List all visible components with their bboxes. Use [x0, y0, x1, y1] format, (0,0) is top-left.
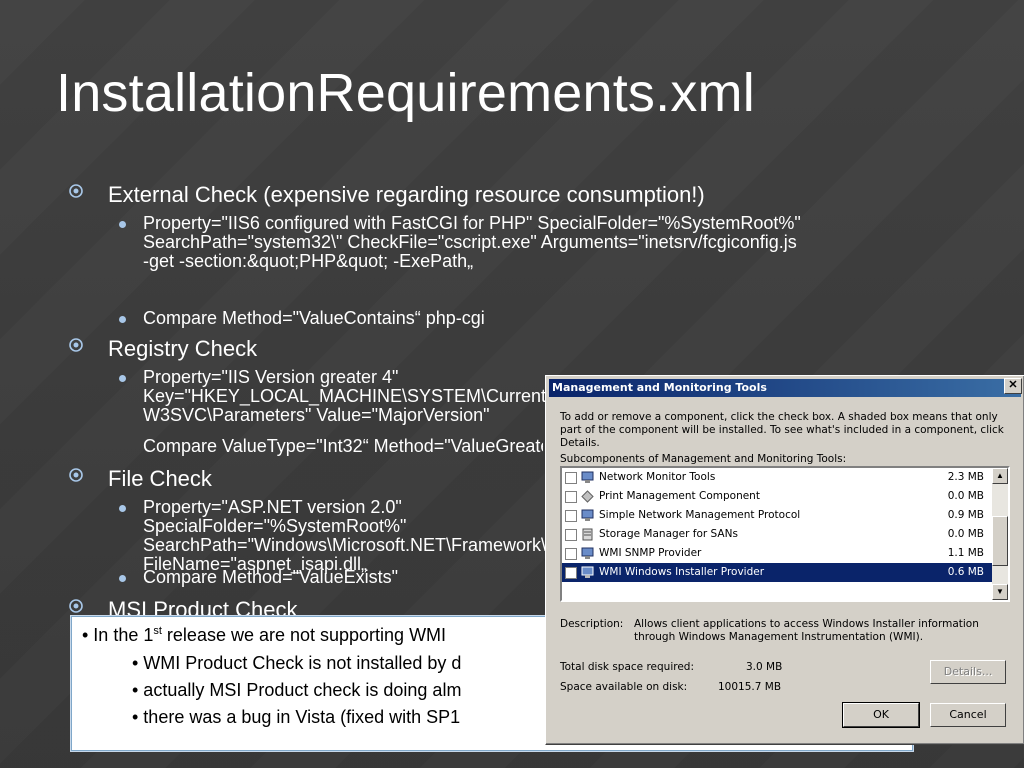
sub-bullet-text: Property="IIS6 configured with FastCGI f… — [143, 213, 801, 271]
dot-bullet-icon — [119, 221, 126, 228]
bullet-registry-check: Registry Check — [69, 336, 258, 362]
instructions-text: To add or remove a component, click the … — [560, 411, 1004, 449]
wmi-installer-icon — [581, 566, 594, 578]
list-item-snmp[interactable]: Simple Network Management Protocol 0.9 M… — [562, 506, 992, 525]
component-size: 0.0 MB — [947, 528, 984, 540]
circle-bullet-icon — [69, 468, 83, 482]
scroll-down-button[interactable]: ▼ — [992, 584, 1008, 600]
list-scrollbar[interactable]: ▲ ▼ — [992, 468, 1008, 600]
available-space-value: 10015.7 MB — [718, 681, 782, 693]
component-size: 1.1 MB — [947, 547, 984, 559]
bullet-file-check: File Check — [69, 466, 212, 492]
callout-bullet: • actually MSI Product check is doing al… — [132, 680, 462, 700]
callout-superscript: st — [153, 625, 162, 637]
total-space-value: 3.0 MB — [746, 661, 783, 673]
list-item-storage-manager[interactable]: Storage Manager for SANs 0.0 MB — [562, 525, 992, 544]
dot-bullet-icon — [119, 316, 126, 323]
callout-line-wmi: • In the 1st release we are not supporti… — [82, 625, 446, 646]
component-name: Network Monitor Tools — [599, 471, 716, 483]
callout-bullet: • there was a bug in Vista (fixed with S… — [132, 707, 461, 727]
callout-text: • In the 1 — [82, 625, 154, 645]
network-monitor-icon — [581, 471, 594, 483]
checkbox[interactable] — [565, 567, 577, 579]
wmi-snmp-icon — [581, 547, 594, 559]
callout-bullet: • WMI Product Check is not installed by … — [132, 653, 462, 673]
arrow-up-icon: ▲ — [996, 471, 1004, 480]
dot-bullet-icon — [119, 505, 126, 512]
component-name: WMI Windows Installer Provider — [599, 566, 765, 578]
description-text: Allows client applications to access Win… — [634, 618, 979, 643]
details-button[interactable]: Details... — [930, 660, 1006, 684]
description-label: Description: — [560, 618, 624, 630]
list-item-print-management[interactable]: Print Management Component 0.0 MB — [562, 487, 992, 506]
checkbox[interactable] — [565, 472, 577, 484]
arrow-down-icon: ▼ — [996, 587, 1004, 596]
component-size: 0.6 MB — [947, 566, 984, 578]
circle-bullet-icon — [69, 599, 83, 613]
slide-title: InstallationRequirements.xml — [56, 63, 755, 123]
circle-bullet-icon — [69, 338, 83, 352]
list-item-wmi-snmp[interactable]: WMI SNMP Provider 1.1 MB — [562, 544, 992, 563]
total-space-label: Total disk space required: — [560, 661, 695, 673]
dialog-titlebar[interactable]: Management and Monitoring Tools — [549, 379, 1021, 397]
print-management-icon — [581, 490, 594, 503]
checkbox[interactable] — [565, 529, 577, 541]
bullet-external-check: External Check (expensive regarding reso… — [69, 182, 705, 208]
dot-bullet-icon — [119, 575, 126, 582]
checkbox[interactable] — [565, 510, 577, 522]
callout-text: release we are not supporting WMI — [161, 625, 447, 645]
dialog-title: Management and Monitoring Tools — [552, 381, 767, 394]
sub-bullet-compare-contains: Compare Method="ValueContains“ php-cgi — [119, 308, 803, 328]
checkbox[interactable] — [565, 491, 577, 503]
bullet-label: File Check — [108, 466, 212, 491]
circle-bullet-icon — [69, 184, 83, 198]
ok-button[interactable]: OK — [842, 702, 920, 728]
close-button[interactable]: ✕ — [1004, 378, 1022, 394]
sub-bullet-property-aspnet: Property="ASP.NET version 2.0" SpecialFo… — [119, 498, 641, 574]
sub-bullet-compare-int32: Compare ValueType="Int32“ Method="ValueG… — [143, 437, 543, 456]
sub-bullet-property-iis-version: Property="IIS Version greater 4" Key="HK… — [119, 368, 710, 425]
component-name: Storage Manager for SANs — [599, 528, 738, 540]
component-name: Print Management Component — [599, 490, 760, 502]
components-list[interactable]: Network Monitor Tools 2.3 MB Print Manag… — [560, 466, 1010, 602]
sub-bullet-text: Compare Method="ValueContains“ php-cgi — [143, 308, 485, 328]
cancel-button[interactable]: Cancel — [930, 703, 1006, 727]
component-name: WMI SNMP Provider — [599, 547, 702, 559]
subcomponents-label: Subcomponents of Management and Monitori… — [560, 453, 847, 465]
available-space-label: Space available on disk: — [560, 681, 688, 693]
management-tools-dialog: Management and Monitoring Tools ✕ To add… — [545, 375, 1024, 745]
storage-manager-icon — [582, 528, 593, 541]
snmp-icon — [581, 509, 594, 521]
component-name: Simple Network Management Protocol — [599, 509, 801, 521]
dot-bullet-icon — [119, 375, 126, 382]
list-item-wmi-installer[interactable]: WMI Windows Installer Provider 0.6 MB — [562, 563, 992, 582]
sub-bullet-property-iis6: Property="IIS6 configured with FastCGI f… — [119, 213, 803, 271]
list-item-network-monitor[interactable]: Network Monitor Tools 2.3 MB — [562, 468, 992, 487]
sub-bullet-text: Compare Method="ValueExists" — [143, 567, 399, 587]
sub-bullet-text: Compare ValueType="Int32“ Method="ValueG… — [143, 437, 543, 456]
scroll-up-button[interactable]: ▲ — [992, 468, 1008, 484]
component-size: 0.0 MB — [947, 490, 984, 502]
checkbox[interactable] — [565, 548, 577, 560]
component-size: 2.3 MB — [947, 471, 984, 483]
bullet-label: Registry Check — [108, 336, 258, 361]
scroll-thumb[interactable] — [992, 516, 1008, 566]
bullet-label: External Check (expensive regarding reso… — [108, 182, 705, 207]
component-size: 0.9 MB — [947, 509, 984, 521]
close-icon: ✕ — [1008, 379, 1018, 391]
